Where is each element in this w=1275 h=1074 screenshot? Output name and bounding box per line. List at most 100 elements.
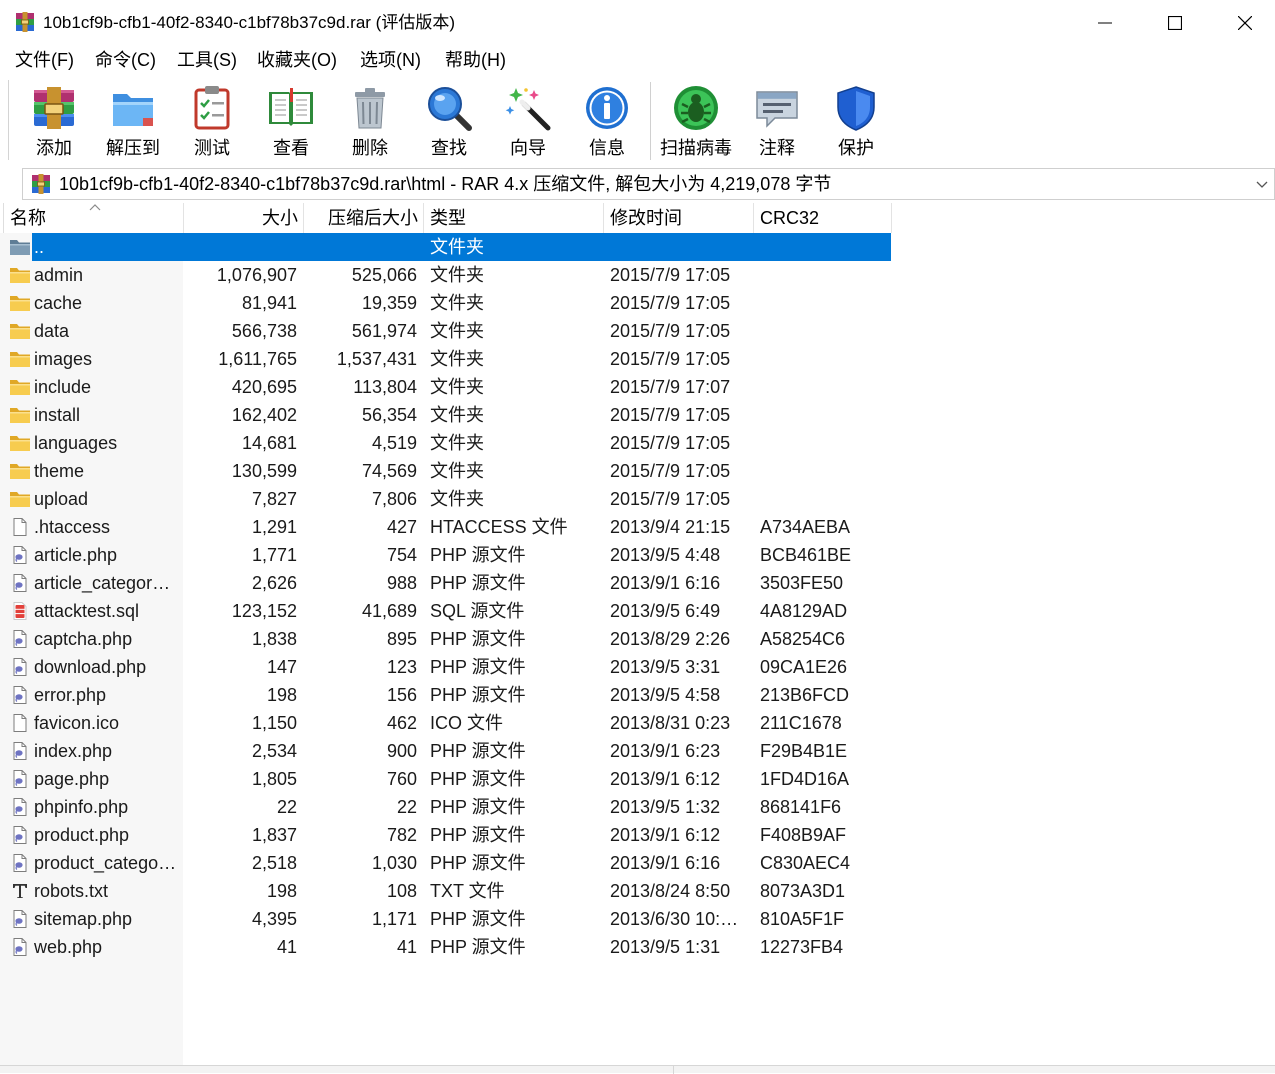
file-name: admin [34,265,84,285]
file-row[interactable]: include 420,695 113,804 文件夹 2015/7/9 17:07 [0,373,891,401]
file-name: include [34,377,92,397]
column-header-packed[interactable]: 压缩后大小 [304,203,424,233]
file-size: 22 [276,797,297,817]
protect-button[interactable]: 保护 [817,80,895,162]
modified-time: 2015/7/9 17:05 [610,489,731,509]
file-row[interactable]: robots.txt 198 108 TXT 文件 2013/8/24 8:50 8073… [0,877,891,905]
file-size: 162,402 [231,405,297,425]
file-list[interactable]: .. 文件夹 admin 1,076,907 525,066 文件夹 2015/7/9 17… [0,233,891,1065]
address-bar[interactable]: 10b1cf9b-cfb1-40f2-8340-c1bf78b37c9d.rar… [22,168,1275,200]
file-name: download.php [34,657,147,677]
file-row[interactable]: article_categor… 2,626 988 PHP 源文件 2013/9/1 … [0,569,891,597]
file-row[interactable]: product.php 1,837 782 PHP 源文件 2013/9/1 6:12 F… [0,821,891,849]
file-icon [9,518,31,536]
folder-icon [9,294,31,312]
folder-icon [9,490,31,508]
file-row[interactable]: web.php 41 41 PHP 源文件 2013/9/5 1:31 12273FB4 [0,933,891,961]
toolbar-separator [650,82,651,160]
crc32-value: A734AEBA [760,517,851,537]
delete-icon [346,84,394,132]
file-name: error.php [34,685,107,705]
file-row[interactable]: data 566,738 561,974 文件夹 2015/7/9 17:05 [0,317,891,345]
menu-file[interactable]: 文件(F) [15,45,74,75]
file-row[interactable]: captcha.php 1,838 895 PHP 源文件 2013/8/29 2:26… [0,625,891,653]
extract-to-icon [109,84,157,132]
file-size: 2,626 [251,573,297,593]
file-row[interactable]: admin 1,076,907 525,066 文件夹 2015/7/9 17:05 [0,261,891,289]
modified-time: 2013/8/29 2:26 [610,629,731,649]
file-type: PHP 源文件 [430,853,526,873]
close-button[interactable] [1210,0,1275,42]
file-type: TXT 文件 [430,881,505,901]
toolbar-grip[interactable] [8,80,9,160]
packed-size: 41 [396,937,417,957]
file-name: data [34,321,70,341]
menu-options[interactable]: 选项(N) [360,45,421,75]
column-header-crc[interactable]: CRC32 [754,203,892,233]
file-row[interactable]: error.php 198 156 PHP 源文件 2013/9/5 4:58 213B6… [0,681,891,709]
php-file-icon [9,630,31,648]
extract-to-button[interactable]: 解压到 [94,80,172,162]
file-row[interactable]: .htaccess 1,291 427 HTACCESS 文件 2013/9/4 21:… [0,513,891,541]
column-header-type[interactable]: 类型 [424,203,604,233]
file-row[interactable]: download.php 147 123 PHP 源文件 2013/9/5 3:31 09… [0,653,891,681]
crc32-value: 810A5F1F [760,909,845,929]
status-bar [0,1065,1275,1074]
file-row[interactable]: images 1,611,765 1,537,431 文件夹 2015/7/9 17:0… [0,345,891,373]
maximize-button[interactable] [1140,0,1210,42]
menu-help[interactable]: 帮助(H) [445,45,506,75]
crc32-value: 8073A3D1 [760,881,846,901]
file-size: 198 [266,685,297,705]
column-header-row: 名称 大小 压缩后大小 类型 修改时间 CRC32 [0,203,1275,233]
packed-size: 74,569 [361,461,417,481]
menu-tools[interactable]: 工具(S) [177,45,237,75]
file-type: PHP 源文件 [430,797,526,817]
file-type: 文件夹 [430,461,484,481]
window-title: 10b1cf9b-cfb1-40f2-8340-c1bf78b37c9d.rar… [43,13,455,32]
column-header-modified[interactable]: 修改时间 [604,203,754,233]
file-row[interactable]: .. 文件夹 [0,233,891,261]
file-type: PHP 源文件 [430,545,526,565]
file-size: 2,518 [251,853,297,873]
column-header-size[interactable]: 大小 [184,203,304,233]
file-type: 文件夹 [430,405,484,425]
file-row[interactable]: index.php 2,534 900 PHP 源文件 2013/9/1 6:23 F29… [0,737,891,765]
delete-button[interactable]: 删除 [331,80,409,162]
file-size: 1,805 [251,769,297,789]
file-row[interactable]: page.php 1,805 760 PHP 源文件 2013/9/1 6:12 1FD4… [0,765,891,793]
file-row[interactable]: sitemap.php 4,395 1,171 PHP 源文件 2013/6/30 10… [0,905,891,933]
info-button[interactable]: 信息 [568,80,646,162]
file-row[interactable]: upload 7,827 7,806 文件夹 2015/7/9 17:05 [0,485,891,513]
folder-icon [9,322,31,340]
file-row[interactable]: phpinfo.php 22 22 PHP 源文件 2013/9/5 1:32 86814… [0,793,891,821]
minimize-button[interactable] [1070,0,1140,42]
comment-button[interactable]: 注释 [738,80,816,162]
file-row[interactable]: favicon.ico 1,150 462 ICO 文件 2013/8/31 0:23 2… [0,709,891,737]
php-file-icon [9,910,31,928]
test-button[interactable]: 测试 [173,80,251,162]
file-row[interactable]: attacktest.sql 123,152 41,689 SQL 源文件 2013/9… [0,597,891,625]
crc32-value [760,261,890,289]
file-row[interactable]: languages 14,681 4,519 文件夹 2015/7/9 17:05 [0,429,891,457]
modified-time: 2013/9/4 21:15 [610,517,731,537]
file-row[interactable]: product_catego… 2,518 1,030 PHP 源文件 2013/9/1… [0,849,891,877]
virus-scan-button[interactable]: 扫描病毒 [657,80,735,162]
view-button[interactable]: 查看 [252,80,330,162]
file-row[interactable]: install 162,402 56,354 文件夹 2015/7/9 17:05 [0,401,891,429]
protect-label: 保护 [838,138,874,158]
modified-time: 2013/9/1 6:16 [610,573,721,593]
menu-commands[interactable]: 命令(C) [95,45,156,75]
file-name: index.php [34,741,113,761]
file-row[interactable]: theme 130,599 74,569 文件夹 2015/7/9 17:05 [0,457,891,485]
modified-time: 2015/7/9 17:05 [610,433,731,453]
file-name: article.php [34,545,118,565]
find-button[interactable]: 查找 [410,80,488,162]
packed-size: 782 [386,825,417,845]
path-dropdown-button[interactable] [1250,169,1274,199]
add-button[interactable]: 添加 [15,80,93,162]
file-row[interactable]: article.php 1,771 754 PHP 源文件 2013/9/5 4:48 B… [0,541,891,569]
wizard-button[interactable]: 向导 [489,80,567,162]
file-name: page.php [34,769,110,789]
menu-favorites[interactable]: 收藏夹(O) [257,45,337,75]
file-row[interactable]: cache 81,941 19,359 文件夹 2015/7/9 17:05 [0,289,891,317]
